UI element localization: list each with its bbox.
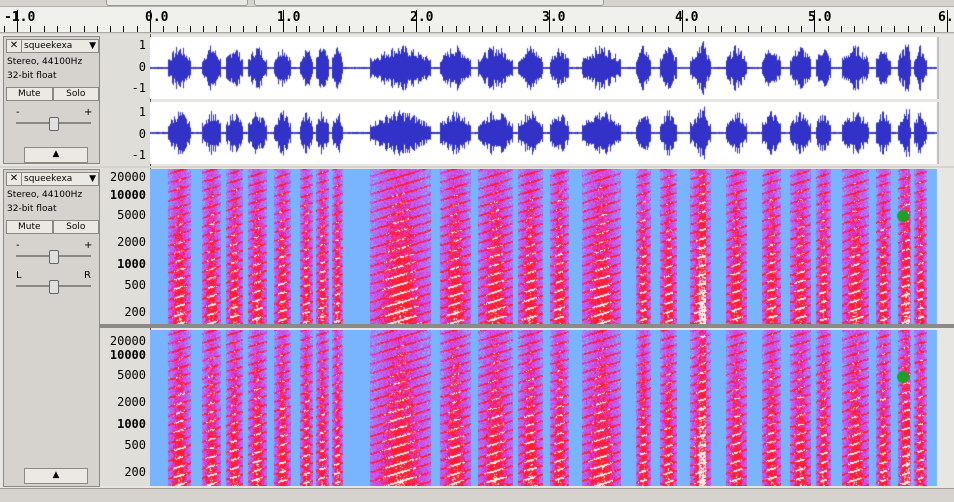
collapse-button[interactable]: ▲ — [24, 468, 88, 484]
amplitude-ruler: 1 0 -1 1 0 -1 — [100, 34, 151, 166]
close-icon[interactable]: ✕ — [7, 40, 22, 52]
channel-separator — [100, 324, 954, 328]
amp-label: 1 — [138, 105, 146, 119]
track-format: Stereo, 44100Hz — [7, 57, 83, 67]
amp-label: -1 — [131, 81, 146, 95]
track-format: Stereo, 44100Hz — [7, 190, 83, 200]
ruler-label: -1.0 — [4, 10, 36, 25]
gain-slider-knob[interactable] — [49, 117, 59, 131]
waveform-track: ✕ squeekexa ▼ Stereo, 44100Hz 32-bit flo… — [0, 34, 954, 166]
amp-label: -1 — [131, 148, 146, 162]
spectrogram-right-channel[interactable] — [150, 330, 939, 486]
close-icon[interactable]: ✕ — [7, 173, 22, 185]
amp-label: 0 — [138, 127, 146, 141]
ruler-label: 6. — [938, 10, 954, 25]
horizontal-scrollbar[interactable] — [0, 488, 954, 502]
freq-label: 20000 — [109, 334, 146, 348]
ruler-label: 2.0 — [410, 10, 434, 25]
dropdown-arrow-icon[interactable]: ▼ — [89, 40, 96, 52]
track-control-panel: ✕ squeekexa ▼ Stereo, 44100Hz 32-bit flo… — [3, 36, 100, 164]
frequency-ruler: 20000 10000 5000 2000 1000 500 200 — [100, 328, 151, 486]
waveform-right-channel[interactable] — [150, 102, 939, 164]
freq-label: 200 — [124, 305, 146, 319]
track-name: squeekexa — [24, 41, 73, 51]
ruler-label: 0.0 — [145, 10, 169, 25]
toolbar-strip — [0, 0, 954, 7]
gain-minus-label: - — [16, 240, 20, 251]
freq-label: 1000 — [117, 417, 146, 431]
spectrogram-left-channel[interactable] — [150, 169, 939, 324]
freq-label: 2000 — [117, 395, 146, 409]
gain-slider-knob[interactable] — [49, 250, 59, 264]
solo-button[interactable]: Solo — [52, 87, 99, 101]
freq-label: 20000 — [109, 170, 146, 184]
track-name: squeekexa — [24, 174, 73, 184]
freq-label: 10000 — [109, 188, 146, 202]
gain-plus-label: + — [84, 107, 93, 118]
pan-right-label: R — [84, 270, 91, 281]
toolbar-edge-button[interactable] — [254, 0, 604, 6]
track-bits: 32-bit float — [7, 204, 57, 214]
gain-slider[interactable] — [16, 250, 91, 264]
freq-label: 5000 — [117, 208, 146, 222]
freq-label: 2000 — [117, 235, 146, 249]
frequency-ruler: 20000 10000 5000 2000 1000 500 200 — [100, 168, 151, 324]
gain-slider[interactable] — [16, 117, 91, 131]
pan-slider[interactable] — [16, 280, 91, 294]
ruler-label: 4.0 — [675, 10, 699, 25]
freq-label: 10000 — [109, 348, 146, 362]
pan-slider-knob[interactable] — [49, 280, 59, 294]
track-title-bar[interactable]: ✕ squeekexa ▼ — [6, 39, 99, 53]
mute-button[interactable]: Mute — [6, 87, 53, 101]
gain-minus-label: - — [16, 107, 20, 118]
freq-label: 5000 — [117, 368, 146, 382]
mute-solo-row: Mute Solo — [6, 220, 99, 234]
amp-label: 1 — [138, 38, 146, 52]
waveform-left-channel[interactable] — [150, 37, 939, 99]
ruler-label: 5.0 — [808, 10, 832, 25]
track-title-bar[interactable]: ✕ squeekexa ▼ — [6, 172, 99, 186]
ruler-label: 1.0 — [277, 10, 301, 25]
pan-left-label: L — [16, 270, 22, 281]
collapse-button[interactable]: ▲ — [24, 147, 88, 163]
timeline-ruler[interactable]: -1.0 0.0 1.0 2.0 3.0 4.0 5.0 6. — [0, 0, 954, 33]
freq-label: 200 — [124, 465, 146, 479]
mute-solo-row: Mute Solo — [6, 87, 99, 101]
dropdown-arrow-icon[interactable]: ▼ — [89, 173, 96, 185]
solo-button[interactable]: Solo — [52, 220, 99, 234]
track-bits: 32-bit float — [7, 71, 57, 81]
mute-button[interactable]: Mute — [6, 220, 53, 234]
freq-label: 500 — [124, 278, 146, 292]
amp-label: 0 — [138, 60, 146, 74]
freq-label: 1000 — [117, 257, 146, 271]
ruler-label: 3.0 — [542, 10, 566, 25]
spectrogram-track: ✕ squeekexa ▼ Stereo, 44100Hz 32-bit flo… — [0, 168, 954, 488]
freq-label: 500 — [124, 438, 146, 452]
toolbar-edge-button[interactable] — [106, 0, 248, 6]
gain-plus-label: + — [84, 240, 93, 251]
track-control-panel: ✕ squeekexa ▼ Stereo, 44100Hz 32-bit flo… — [3, 169, 100, 487]
